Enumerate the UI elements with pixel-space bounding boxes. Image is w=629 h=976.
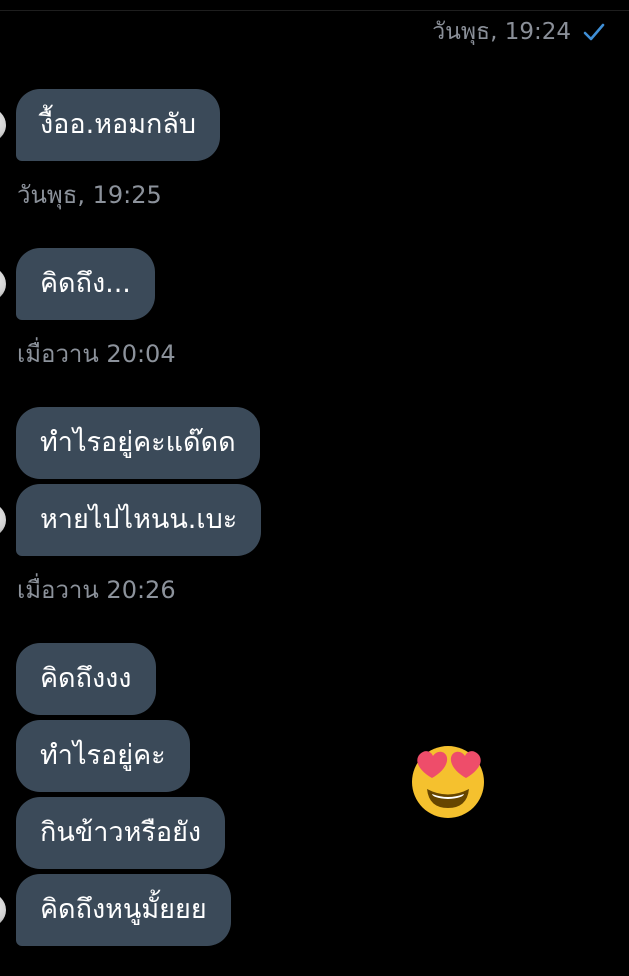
message-text: ทำไรอยู่คะแด๊ดด — [40, 427, 236, 458]
message-timestamp: เมื่อวาน 20:04 — [17, 340, 176, 368]
message-bubble[interactable]: ทำไรอยู่คะแด๊ดด — [16, 407, 260, 479]
message-text: คิดถึงงง — [40, 663, 132, 694]
message-text: คิดถึงหนูมั้ยยย — [40, 894, 207, 925]
avatar[interactable] — [0, 267, 6, 301]
message-bubble[interactable]: กินข้าวหรือยัง — [16, 797, 226, 869]
message-timestamp: วันพุธ, 19:25 — [17, 181, 162, 209]
message-bubble[interactable]: คิดถึง... — [16, 248, 155, 320]
message-text: คิดถึง... — [40, 268, 131, 299]
message-bubble[interactable]: งื้ออ.หอมกลับ — [16, 89, 221, 161]
next-timestamp-fragment — [20, 962, 38, 970]
message-timestamp: เมื่อวาน 20:26 — [17, 576, 176, 604]
message-bubble[interactable]: คิดถึงงง — [16, 643, 156, 715]
avatar[interactable] — [0, 503, 6, 537]
message-bubble[interactable]: หายไปไหนน.เบะ — [16, 484, 262, 556]
sent-timestamp: วันพุธ, 19:24 — [432, 19, 571, 45]
message-bubble[interactable]: คิดถึงหนูมั้ยยย — [16, 874, 231, 946]
heart-eyes-emoji-icon — [410, 742, 488, 820]
message-text: งื้ออ.หอมกลับ — [40, 109, 197, 140]
check-icon — [583, 23, 605, 41]
top-divider — [0, 10, 629, 11]
message-text: กินข้าวหรือยัง — [40, 817, 202, 848]
sent-message-meta: วันพุธ, 19:24 — [432, 14, 605, 50]
message-text: ทำไรอยู่คะ — [40, 740, 166, 771]
avatar[interactable] — [0, 893, 6, 927]
avatar[interactable] — [0, 108, 6, 142]
message-text: หายไปไหนน.เบะ — [40, 504, 238, 535]
message-bubble[interactable]: ทำไรอยู่คะ — [16, 720, 190, 792]
